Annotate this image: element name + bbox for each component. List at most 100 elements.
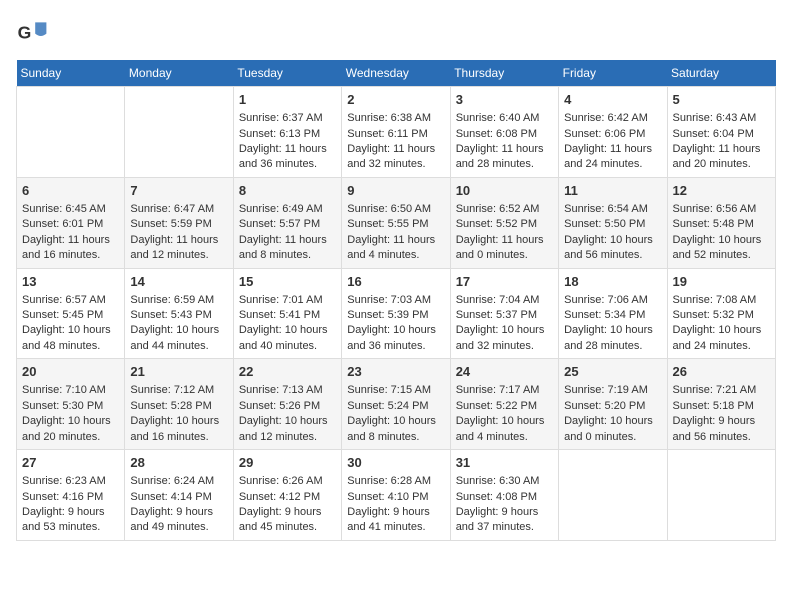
day-number: 29: [239, 454, 336, 472]
day-number: 23: [347, 363, 444, 381]
sunset-text: Sunset: 5:59 PM: [130, 217, 227, 232]
daylight-text: Daylight: 10 hours and 20 minutes.: [22, 414, 119, 445]
sunset-text: Sunset: 6:08 PM: [456, 127, 553, 142]
sunset-text: Sunset: 5:20 PM: [564, 399, 661, 414]
sunset-text: Sunset: 5:57 PM: [239, 217, 336, 232]
day-number: 6: [22, 182, 119, 200]
daylight-text: Daylight: 10 hours and 4 minutes.: [456, 414, 553, 445]
day-cell: 12Sunrise: 6:56 AMSunset: 5:48 PMDayligh…: [667, 177, 775, 268]
sunrise-text: Sunrise: 6:43 AM: [673, 111, 770, 126]
daylight-text: Daylight: 9 hours and 37 minutes.: [456, 505, 553, 536]
daylight-text: Daylight: 11 hours and 28 minutes.: [456, 142, 553, 173]
day-cell: 21Sunrise: 7:12 AMSunset: 5:28 PMDayligh…: [125, 359, 233, 450]
sunrise-text: Sunrise: 6:38 AM: [347, 111, 444, 126]
sunrise-text: Sunrise: 6:47 AM: [130, 202, 227, 217]
sunset-text: Sunset: 5:41 PM: [239, 308, 336, 323]
day-cell: 13Sunrise: 6:57 AMSunset: 5:45 PMDayligh…: [17, 268, 125, 359]
sunset-text: Sunset: 5:48 PM: [673, 217, 770, 232]
day-cell: [559, 450, 667, 541]
day-number: 3: [456, 91, 553, 109]
day-cell: 20 Sunrise: 7:10 AMSunset: 5:30 PMDayligh…: [17, 359, 125, 450]
day-cell: 22Sunrise: 7:13 AMSunset: 5:26 PMDayligh…: [233, 359, 341, 450]
day-header-wednesday: Wednesday: [342, 60, 450, 87]
sunrise-text: Sunrise: 7:08 AM: [673, 293, 770, 308]
daylight-text: Daylight: 10 hours and 8 minutes.: [347, 414, 444, 445]
week-row-1: 1Sunrise: 6:37 AMSunset: 6:13 PMDaylight…: [17, 87, 776, 178]
day-number: 7: [130, 182, 227, 200]
day-header-friday: Friday: [559, 60, 667, 87]
sunrise-text: Sunrise: 7:04 AM: [456, 293, 553, 308]
daylight-text: Daylight: 10 hours and 48 minutes.: [22, 323, 119, 354]
day-number: 26: [673, 363, 770, 381]
day-header-tuesday: Tuesday: [233, 60, 341, 87]
sunset-text: Sunset: 5:30 PM: [22, 399, 119, 414]
daylight-text: Daylight: 11 hours and 20 minutes.: [673, 142, 770, 173]
daylight-text: Daylight: 11 hours and 24 minutes.: [564, 142, 661, 173]
day-cell: 8Sunrise: 6:49 AMSunset: 5:57 PMDaylight…: [233, 177, 341, 268]
sunrise-text: Sunrise: 6:42 AM: [564, 111, 661, 126]
sunrise-text: Sunrise: 7:12 AM: [130, 383, 227, 398]
day-cell: [125, 87, 233, 178]
day-number: 28: [130, 454, 227, 472]
daylight-text: Daylight: 9 hours and 45 minutes.: [239, 505, 336, 536]
sunset-text: Sunset: 6:04 PM: [673, 127, 770, 142]
sunrise-text: Sunrise: 7:06 AM: [564, 293, 661, 308]
sunrise-text: Sunrise: 7:03 AM: [347, 293, 444, 308]
sunrise-text: Sunrise: 7:19 AM: [564, 383, 661, 398]
day-cell: 1Sunrise: 6:37 AMSunset: 6:13 PMDaylight…: [233, 87, 341, 178]
sunset-text: Sunset: 5:24 PM: [347, 399, 444, 414]
sunrise-text: Sunrise: 7:15 AM: [347, 383, 444, 398]
day-number: 11: [564, 182, 661, 200]
sunrise-text: Sunrise: 6:37 AM: [239, 111, 336, 126]
day-cell: 29Sunrise: 6:26 AMSunset: 4:12 PMDayligh…: [233, 450, 341, 541]
day-cell: 23 Sunrise: 7:15 AMSunset: 5:24 PMDayligh…: [342, 359, 450, 450]
daylight-text: Daylight: 11 hours and 16 minutes.: [22, 233, 119, 264]
sunrise-text: Sunrise: 7:17 AM: [456, 383, 553, 398]
sunrise-text: Sunrise: 6:40 AM: [456, 111, 553, 126]
sunrise-text: Sunrise: 6:23 AM: [22, 474, 119, 489]
sunset-text: Sunset: 5:39 PM: [347, 308, 444, 323]
day-number: 25: [564, 363, 661, 381]
sunset-text: Sunset: 4:16 PM: [22, 490, 119, 505]
day-number: 20: [22, 363, 119, 381]
day-number: 15: [239, 273, 336, 291]
day-cell: 16Sunrise: 7:03 AMSunset: 5:39 PMDayligh…: [342, 268, 450, 359]
sunset-text: Sunset: 4:08 PM: [456, 490, 553, 505]
day-number: 4: [564, 91, 661, 109]
day-number: 22: [239, 363, 336, 381]
daylight-text: Daylight: 11 hours and 32 minutes.: [347, 142, 444, 173]
daylight-text: Daylight: 10 hours and 12 minutes.: [239, 414, 336, 445]
day-number: 16: [347, 273, 444, 291]
day-cell: 24Sunrise: 7:17 AMSunset: 5:22 PMDayligh…: [450, 359, 558, 450]
day-header-saturday: Saturday: [667, 60, 775, 87]
day-number: 18: [564, 273, 661, 291]
daylight-text: Daylight: 9 hours and 53 minutes.: [22, 505, 119, 536]
day-number: 19: [673, 273, 770, 291]
day-number: 30: [347, 454, 444, 472]
sunset-text: Sunset: 5:37 PM: [456, 308, 553, 323]
sunset-text: Sunset: 5:43 PM: [130, 308, 227, 323]
day-cell: 30Sunrise: 6:28 AMSunset: 4:10 PMDayligh…: [342, 450, 450, 541]
daylight-text: Daylight: 10 hours and 40 minutes.: [239, 323, 336, 354]
day-number: 10: [456, 182, 553, 200]
sunrise-text: Sunrise: 6:24 AM: [130, 474, 227, 489]
sunset-text: Sunset: 6:11 PM: [347, 127, 444, 142]
day-cell: 11Sunrise: 6:54 AMSunset: 5:50 PMDayligh…: [559, 177, 667, 268]
sunset-text: Sunset: 5:22 PM: [456, 399, 553, 414]
header-row: SundayMondayTuesdayWednesdayThursdayFrid…: [17, 60, 776, 87]
sunrise-text: Sunrise: 7:01 AM: [239, 293, 336, 308]
logo-icon: G: [16, 16, 48, 48]
sunrise-text: Sunrise: 7:10 AM: [22, 383, 119, 398]
daylight-text: Daylight: 9 hours and 56 minutes.: [673, 414, 770, 445]
daylight-text: Daylight: 10 hours and 0 minutes.: [564, 414, 661, 445]
daylight-text: Daylight: 11 hours and 12 minutes.: [130, 233, 227, 264]
day-number: 12: [673, 182, 770, 200]
day-number: 5: [673, 91, 770, 109]
day-cell: 10Sunrise: 6:52 AMSunset: 5:52 PMDayligh…: [450, 177, 558, 268]
day-cell: 2Sunrise: 6:38 AMSunset: 6:11 PMDaylight…: [342, 87, 450, 178]
day-cell: 4Sunrise: 6:42 AMSunset: 6:06 PMDaylight…: [559, 87, 667, 178]
calendar-table: SundayMondayTuesdayWednesdayThursdayFrid…: [16, 60, 776, 541]
day-cell: 9Sunrise: 6:50 AMSunset: 5:55 PMDaylight…: [342, 177, 450, 268]
day-number: 1: [239, 91, 336, 109]
day-cell: 14Sunrise: 6:59 AMSunset: 5:43 PMDayligh…: [125, 268, 233, 359]
